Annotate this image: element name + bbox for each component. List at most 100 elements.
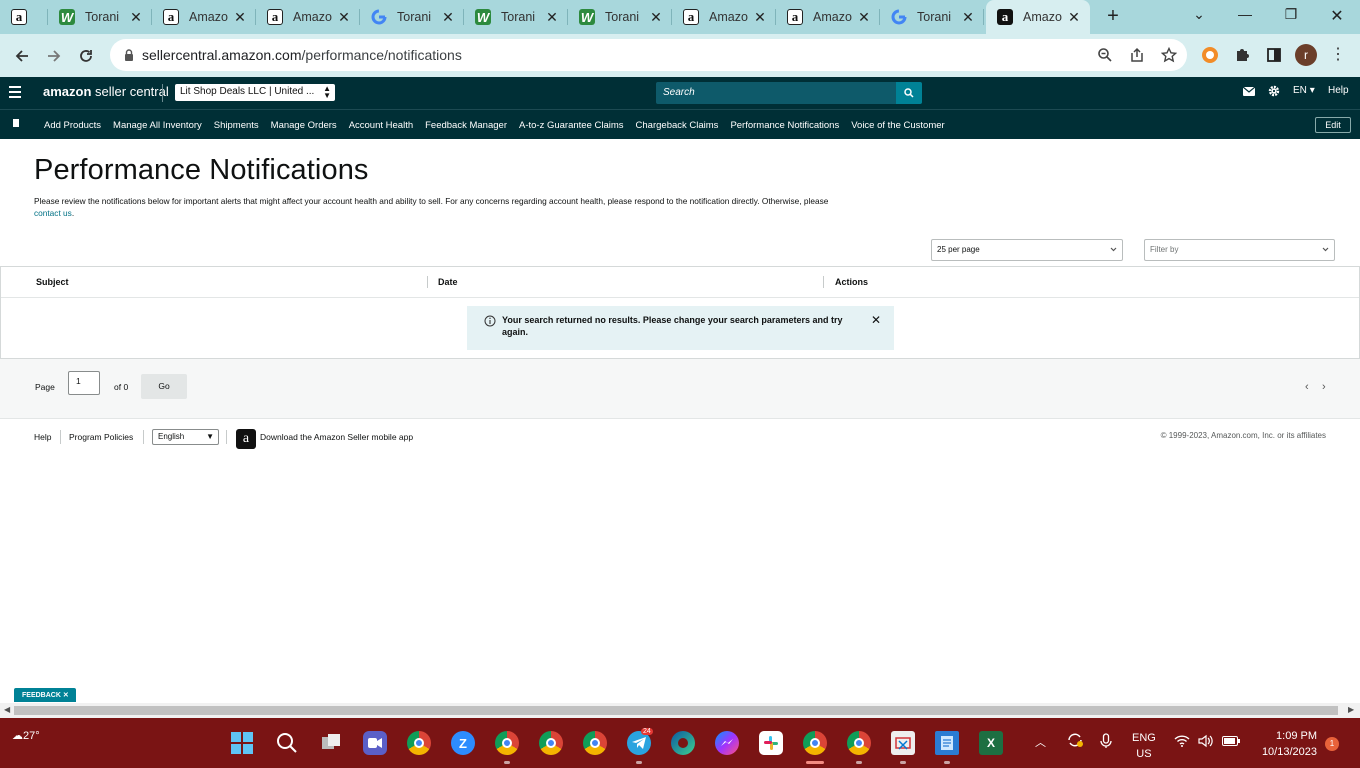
start-windows-icon[interactable]	[230, 731, 254, 755]
notification-badge[interactable]: 1	[1325, 737, 1339, 751]
column-header-date[interactable]: Date	[438, 277, 458, 287]
account-switcher[interactable]: Lit Shop Deals LLC | United ... ▲ ▼	[175, 84, 335, 101]
nav-item-account-health[interactable]: Account Health	[349, 120, 413, 131]
nav-item-feedback-manager[interactable]: Feedback Manager	[425, 120, 507, 131]
nav-item-manage-inventory[interactable]: Manage All Inventory	[113, 120, 202, 131]
bookmark-icon[interactable]	[13, 119, 19, 127]
download-app-link[interactable]: Download the Amazon Seller mobile app	[260, 432, 413, 442]
nav-item-manage-orders[interactable]: Manage Orders	[271, 120, 337, 131]
filter-select[interactable]: Filter by	[1144, 239, 1335, 261]
input-language-indicator[interactable]: ENG US	[1132, 730, 1156, 762]
search-icon[interactable]	[275, 731, 299, 755]
notepad-icon[interactable]	[935, 731, 959, 755]
chrome-icon[interactable]	[583, 731, 607, 755]
battery-icon[interactable]	[1222, 736, 1240, 749]
reload-icon[interactable]	[73, 43, 99, 69]
column-header-actions[interactable]: Actions	[835, 277, 868, 287]
settings-gear-icon[interactable]	[1268, 85, 1280, 100]
browser-tab[interactable]: W Torani ✕	[48, 0, 152, 34]
previous-page-icon[interactable]: ‹	[1305, 381, 1309, 393]
forward-icon[interactable]	[41, 43, 67, 69]
close-alert-icon[interactable]: ✕	[871, 314, 881, 326]
tray-overflow-icon[interactable]: ︿	[1035, 734, 1046, 750]
telegram-icon[interactable]: 24	[627, 728, 653, 755]
close-tab-icon[interactable]: ✕	[960, 9, 976, 25]
nav-item-add-products[interactable]: Add Products	[44, 120, 101, 131]
browser-tab[interactable]: W Torani ✕	[568, 0, 672, 34]
feedback-button[interactable]: FEEDBACK ✕	[14, 688, 76, 702]
next-page-icon[interactable]: ›	[1322, 381, 1326, 393]
zoom-icon[interactable]	[1095, 45, 1115, 65]
language-selector[interactable]: EN ▾	[1293, 85, 1315, 96]
chrome-icon[interactable]	[495, 731, 519, 755]
restore-icon[interactable]: ❐	[1280, 6, 1302, 26]
hamburger-menu-icon[interactable]	[9, 86, 21, 98]
edit-nav-button[interactable]: Edit	[1315, 117, 1351, 133]
browser-tab[interactable]: Torani ✕	[880, 0, 984, 34]
wifi-icon[interactable]	[1174, 735, 1190, 750]
minimize-icon[interactable]: —	[1234, 6, 1256, 26]
chrome-icon[interactable]	[407, 731, 431, 755]
teams-icon[interactable]	[363, 731, 387, 755]
scroll-left-icon[interactable]: ◀	[4, 705, 10, 714]
close-tab-icon[interactable]: ✕	[1066, 9, 1082, 25]
browser-tab-active[interactable]: a Amazo ✕	[986, 0, 1090, 34]
seller-central-logo[interactable]: amazon seller central	[43, 84, 169, 99]
zoom-app-icon[interactable]: Z	[451, 731, 475, 755]
edge-icon[interactable]	[671, 731, 695, 755]
close-tab-icon[interactable]: ✕	[752, 9, 768, 25]
search-button[interactable]	[896, 82, 922, 104]
share-icon[interactable]	[1127, 45, 1147, 65]
nav-item-chargeback-claims[interactable]: Chargeback Claims	[636, 120, 719, 131]
per-page-select[interactable]: 25 per page	[931, 239, 1123, 261]
contact-us-link[interactable]: contact us	[34, 208, 72, 218]
nav-item-shipments[interactable]: Shipments	[214, 120, 259, 131]
extension-icon[interactable]	[1200, 45, 1220, 65]
close-tab-icon[interactable]: ✕	[232, 9, 248, 25]
help-link[interactable]: Help	[1328, 85, 1349, 96]
back-icon[interactable]	[9, 43, 35, 69]
side-panel-icon[interactable]	[1264, 45, 1284, 65]
system-clock[interactable]: 1:09 PM 10/13/2023	[1255, 728, 1317, 760]
mail-icon[interactable]	[1242, 86, 1256, 99]
column-header-subject[interactable]: Subject	[36, 277, 69, 287]
browser-tab[interactable]: a Amazo ✕	[256, 0, 360, 34]
volume-icon[interactable]	[1198, 734, 1214, 751]
browser-menu-icon[interactable]: ⋮	[1330, 44, 1346, 66]
search-input[interactable]: Search	[656, 82, 897, 104]
slack-icon[interactable]	[759, 731, 783, 755]
messenger-icon[interactable]	[715, 731, 739, 755]
nav-item-voice-of-customer[interactable]: Voice of the Customer	[851, 120, 944, 131]
footer-language-select[interactable]: English ▼	[152, 429, 219, 445]
snipping-tool-icon[interactable]	[891, 731, 915, 755]
scroll-right-icon[interactable]: ▶	[1348, 705, 1354, 714]
browser-tab[interactable]: a	[0, 0, 48, 34]
puzzle-extensions-icon[interactable]	[1232, 45, 1252, 65]
close-tab-icon[interactable]: ✕	[440, 9, 456, 25]
close-tab-icon[interactable]: ✕	[336, 9, 352, 25]
scrollbar-thumb[interactable]	[14, 706, 1338, 715]
nav-item-a-to-z-claims[interactable]: A-to-z Guarantee Claims	[519, 120, 624, 131]
chrome-icon[interactable]	[803, 731, 827, 755]
tab-search-icon[interactable]: ⌄	[1188, 6, 1210, 26]
footer-help-link[interactable]: Help	[34, 432, 51, 442]
browser-tab[interactable]: Torani ✕	[360, 0, 464, 34]
browser-tab[interactable]: W Torani ✕	[464, 0, 568, 34]
chrome-icon[interactable]	[539, 731, 563, 755]
go-button[interactable]: Go	[141, 374, 187, 399]
close-tab-icon[interactable]: ✕	[856, 9, 872, 25]
address-bar[interactable]: sellercentral.amazon.com/performance/not…	[110, 39, 1187, 71]
sync-icon[interactable]	[1066, 732, 1084, 751]
chrome-icon[interactable]	[847, 731, 871, 755]
page-number-input[interactable]: 1	[68, 371, 100, 395]
microphone-icon[interactable]	[1100, 733, 1112, 752]
profile-avatar[interactable]: r	[1295, 44, 1317, 66]
task-view-icon[interactable]	[319, 731, 343, 755]
browser-tab[interactable]: a Amazo ✕	[672, 0, 776, 34]
browser-tab[interactable]: a Amazo ✕	[152, 0, 256, 34]
nav-item-performance-notifications[interactable]: Performance Notifications	[730, 120, 839, 131]
weather-widget[interactable]: ☁27°	[12, 729, 40, 742]
horizontal-scrollbar[interactable]: ◀ ▶	[0, 703, 1360, 718]
close-tab-icon[interactable]: ✕	[544, 9, 560, 25]
close-window-icon[interactable]: ✕	[1326, 6, 1348, 26]
